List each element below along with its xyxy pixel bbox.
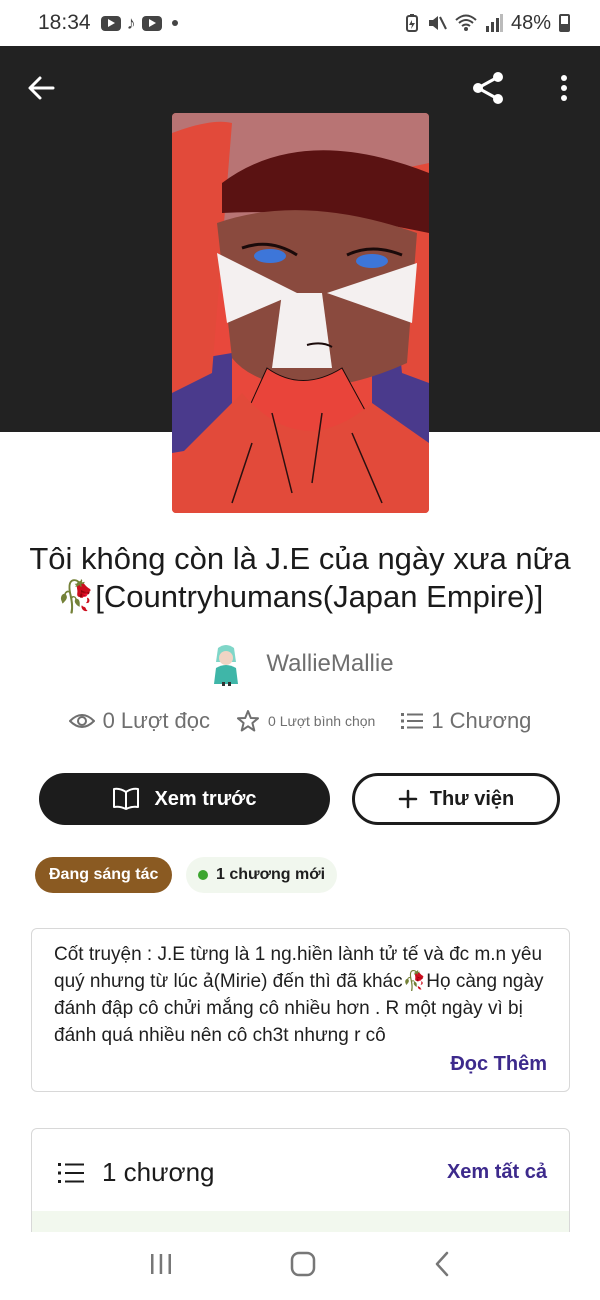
home-icon	[290, 1251, 316, 1276]
list-icon	[58, 1162, 84, 1183]
votes-stat: 0 Lượt bình chọn	[236, 709, 375, 733]
youtube-icon	[141, 15, 162, 31]
share-icon	[473, 72, 503, 104]
battery-icon	[559, 14, 570, 32]
synopsis-card: Cốt truyện : J.E từng là 1 ng.hiền lành …	[31, 928, 570, 1092]
new-chapters-label: 1 chương mới	[216, 866, 326, 883]
avatar	[214, 645, 239, 686]
eye-icon	[68, 714, 95, 728]
notification-dot-icon	[171, 20, 178, 26]
author-row[interactable]: WallieMallie	[0, 642, 600, 686]
status-badge: Đang sáng tác	[35, 857, 173, 893]
status-right: 48%	[405, 12, 570, 35]
reads-stat: 0 Lượt đọc	[68, 708, 211, 734]
battery-percent: 48%	[510, 11, 551, 34]
reads-count: 0 Lượt đọc	[102, 708, 211, 733]
status-bar: 18:34 ♪ 48%	[0, 0, 600, 46]
chapters-count: 1 chương	[102, 1157, 215, 1187]
green-dot-icon	[198, 870, 208, 880]
tiktok-icon: ♪	[126, 12, 136, 33]
story-cover-image[interactable]	[172, 113, 429, 513]
new-chapters-badge: 1 chương mới	[186, 857, 338, 893]
home-button[interactable]	[290, 1251, 316, 1282]
parts-stat: 1 Chương	[401, 708, 531, 734]
mute-icon	[428, 16, 447, 30]
arrow-left-icon	[28, 76, 55, 100]
share-button[interactable]	[468, 68, 508, 108]
chevron-left-icon	[436, 1251, 449, 1276]
chapters-card: 1 chương Xem tất cả	[31, 1128, 570, 1248]
wifi-icon	[455, 14, 477, 31]
recent-apps-button[interactable]	[149, 1252, 173, 1281]
story-title: Tôi không còn là J.E của ngày xưa nữa🥀[C…	[29, 541, 571, 614]
star-icon	[237, 710, 260, 732]
author-name[interactable]: WallieMallie	[266, 650, 393, 678]
votes-count: 0 Lượt bình chọn	[268, 713, 376, 729]
plus-icon	[398, 789, 417, 809]
more-options-button[interactable]	[552, 70, 576, 106]
add-to-library-button[interactable]: Thư viện	[352, 773, 560, 825]
system-nav-bar	[0, 1232, 600, 1300]
list-icon	[401, 713, 424, 729]
status-time: 18:34	[38, 11, 91, 34]
youtube-icon	[100, 15, 121, 31]
status-badge-label: Đang sáng tác	[49, 866, 159, 883]
back-button[interactable]	[22, 70, 60, 106]
signal-icon	[485, 14, 503, 32]
story-stats: 0 Lượt đọc 0 Lượt bình chọn 1 Chương	[0, 708, 600, 734]
chapters-header: 1 chương	[58, 1157, 215, 1188]
parts-count: 1 Chương	[431, 708, 532, 733]
preview-button-label: Xem trước	[154, 787, 257, 810]
battery-saver-icon	[405, 14, 418, 32]
more-vertical-icon	[561, 75, 567, 101]
book-open-icon	[113, 787, 140, 810]
library-button-label: Thư viện	[429, 787, 515, 810]
synopsis-text: Cốt truyện : J.E từng là 1 ng.hiền lành …	[54, 944, 544, 1046]
system-back-button[interactable]	[433, 1251, 451, 1282]
read-more-link[interactable]: Đọc Thêm	[450, 1053, 547, 1076]
recent-apps-icon	[150, 1253, 171, 1274]
view-all-link[interactable]: Xem tất cả	[447, 1161, 547, 1184]
preview-button[interactable]: Xem trước	[39, 773, 330, 825]
